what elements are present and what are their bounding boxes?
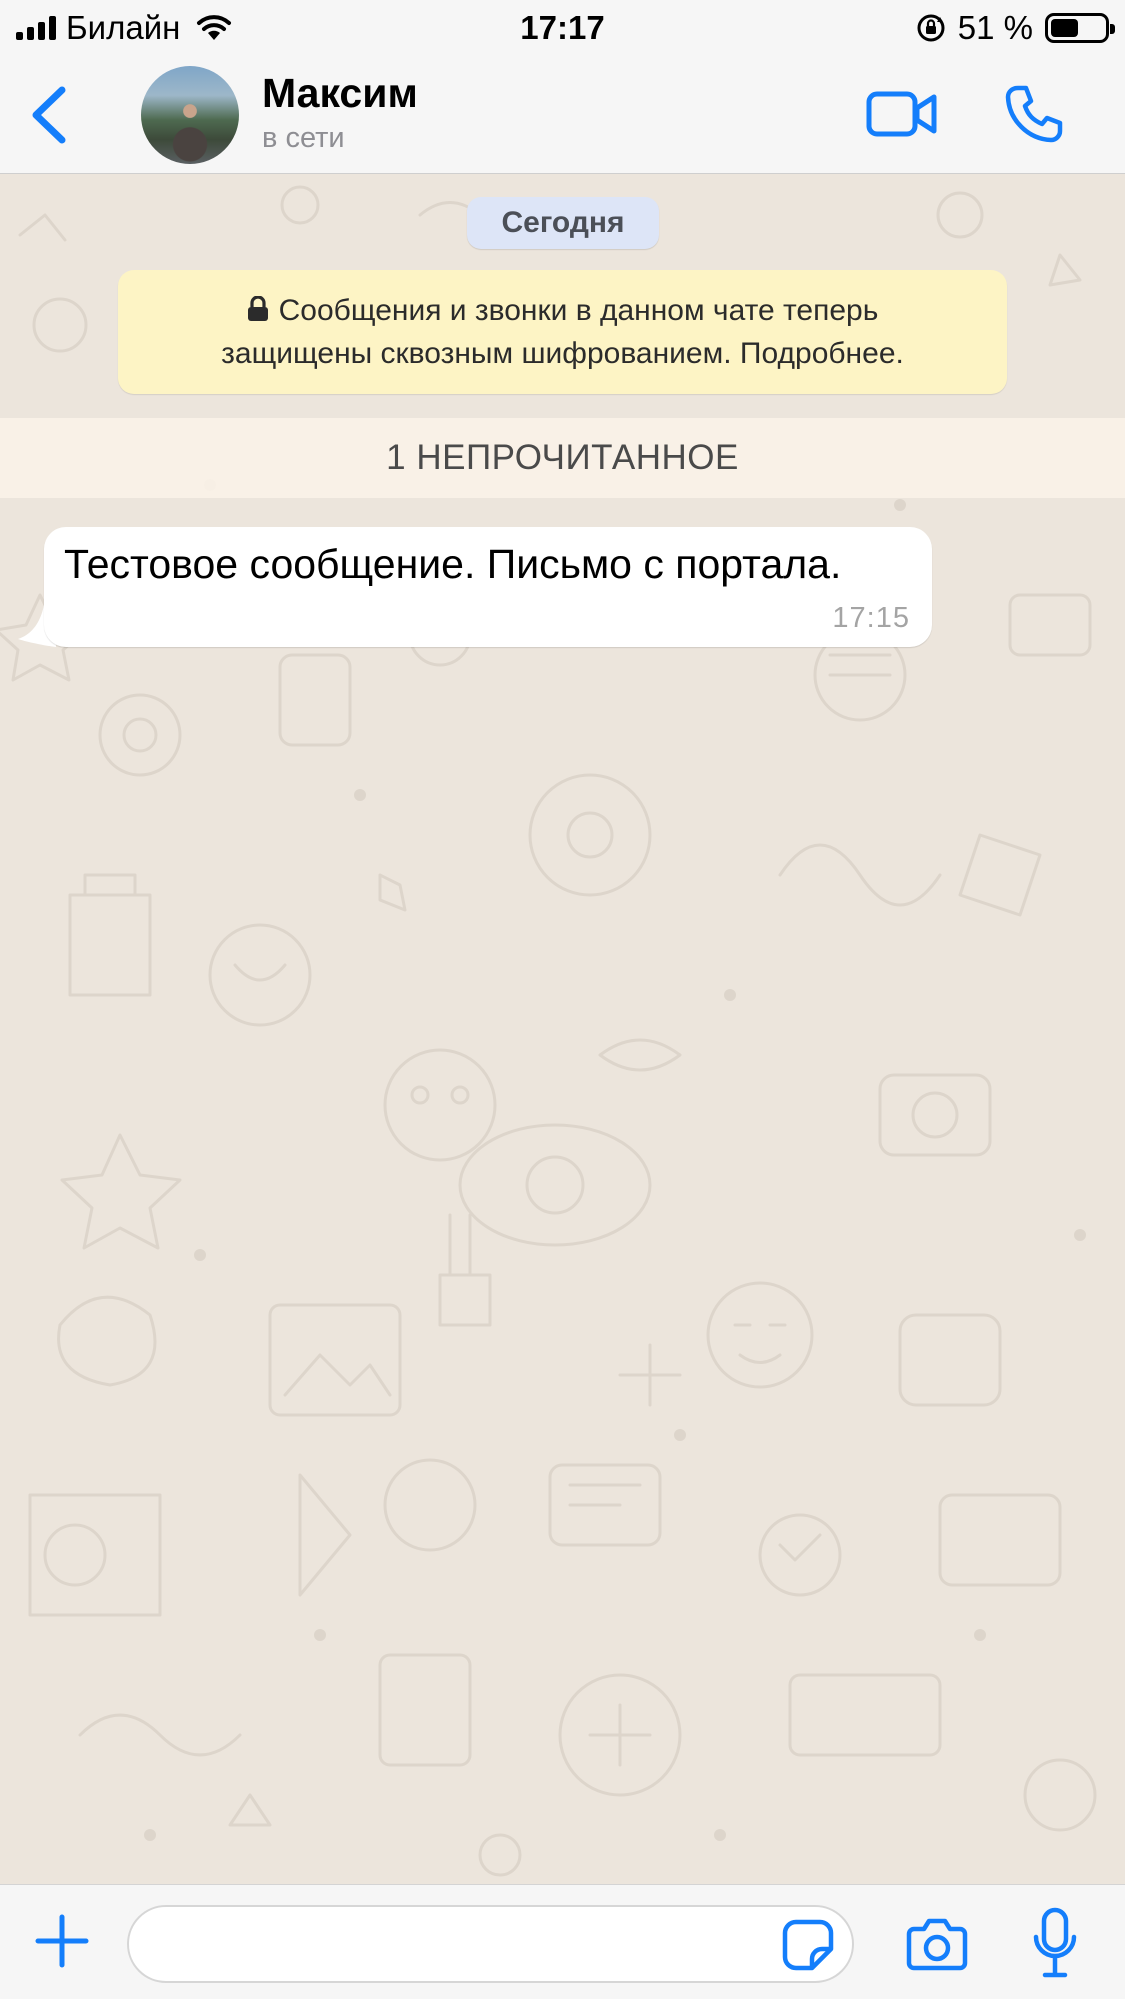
status-bar: Билайн 17:17 51 % <box>0 0 1125 56</box>
contact-name[interactable]: Максим <box>262 70 418 117</box>
message-text: Тестовое сообщение. Письмо с портала. <box>64 541 842 587</box>
lock-icon <box>247 296 268 321</box>
microphone-icon[interactable] <box>1032 1907 1078 1979</box>
unread-separator: 1 НЕПРОЧИТАННОЕ <box>0 418 1125 498</box>
chat-area[interactable]: Сегодня Сообщения и звонки в данном чате… <box>0 175 1125 1884</box>
orientation-lock-icon <box>917 14 945 42</box>
chevron-left-icon[interactable] <box>26 84 76 146</box>
chat-header: Максим в сети <box>0 56 1125 174</box>
battery-fill <box>1051 19 1078 37</box>
message-input[interactable] <box>127 1905 854 1983</box>
input-bar <box>0 1884 1125 1999</box>
sticker-icon[interactable] <box>782 1919 834 1971</box>
phone-icon[interactable] <box>1004 84 1064 144</box>
encryption-notice[interactable]: Сообщения и звонки в данном чате теперь … <box>118 270 1007 394</box>
encryption-notice-line2: защищены сквозным шифрованием. Подробнее… <box>221 337 904 370</box>
message-time: 17:15 <box>832 602 910 634</box>
plus-icon[interactable] <box>34 1913 90 1969</box>
message-bubble[interactable]: Тестовое сообщение. Письмо с портала. 17… <box>44 527 932 647</box>
video-camera-icon[interactable] <box>866 86 938 142</box>
status-right: 51 % <box>916 8 1115 48</box>
date-separator: Сегодня <box>467 197 659 249</box>
avatar[interactable] <box>141 66 239 164</box>
encryption-notice-line1: Сообщения и звонки в данном чате теперь <box>278 294 879 327</box>
camera-icon[interactable] <box>906 1917 968 1971</box>
battery-icon <box>1045 13 1115 43</box>
contact-status: в сети <box>262 122 345 154</box>
chat-screen: Билайн 17:17 51 % Максим в сети Сегодня … <box>0 0 1125 1999</box>
battery-percent: 51 % <box>957 9 1033 46</box>
